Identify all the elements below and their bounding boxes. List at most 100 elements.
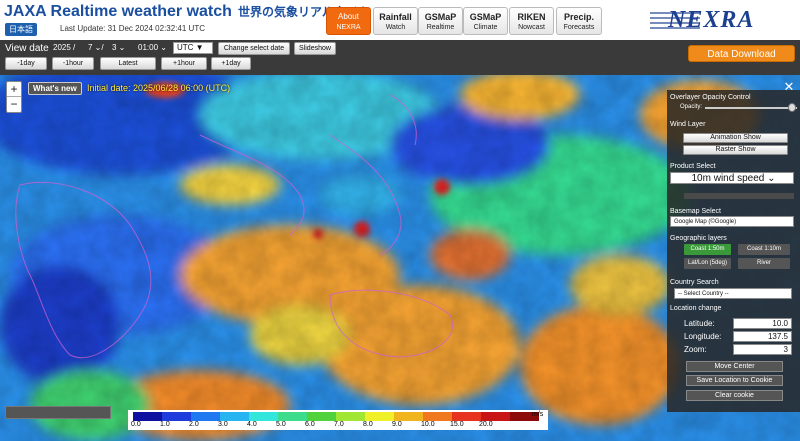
zoom-input[interactable]: 3 bbox=[733, 344, 792, 355]
toolbar: View date 2025 / 7 ⌄/ 3 ⌄ 01:00 ⌄ UTC ▼ … bbox=[0, 40, 800, 75]
year-select[interactable]: 2025 / bbox=[53, 43, 75, 56]
data-download-button[interactable]: Data Download bbox=[688, 45, 795, 62]
tab-gsmap-climate[interactable]: GSMaP Climate bbox=[463, 7, 508, 35]
longitude-label: Longitude: bbox=[684, 332, 722, 341]
legend-tick-label: 7.0 bbox=[334, 421, 344, 428]
legend-swatch bbox=[307, 412, 336, 421]
zoom-control: + − bbox=[6, 81, 22, 113]
legend-tick-label: 8.0 bbox=[363, 421, 373, 428]
legend-tick-label: 15.0 bbox=[450, 421, 464, 428]
opacity-label: Opacity: bbox=[680, 104, 703, 110]
site-title-text: JAXA Realtime weather watch bbox=[4, 3, 232, 20]
minus-1day-button[interactable]: -1day bbox=[5, 57, 47, 70]
animation-show-button[interactable]: Animation Show bbox=[683, 133, 788, 143]
chevron-down-icon: ⌄ bbox=[116, 43, 126, 52]
disabled-range-row bbox=[684, 193, 794, 199]
raster-show-button[interactable]: Raster Show bbox=[683, 145, 788, 155]
legend-tick-label: 1.0 bbox=[160, 421, 170, 428]
legend-swatch bbox=[220, 412, 249, 421]
tab-sublabel: Realtime bbox=[426, 24, 455, 31]
geographic-layers-label: Geographic layers bbox=[670, 235, 727, 242]
zoom-label: Zoom: bbox=[684, 345, 707, 354]
product-select-label: Product Select bbox=[670, 163, 716, 170]
map-overlay-box bbox=[5, 406, 111, 419]
separator-slash: ⌄/ bbox=[92, 43, 104, 52]
latlon-toggle[interactable]: Lat/Lon (5deg) bbox=[684, 258, 731, 269]
zoom-out-button[interactable]: − bbox=[7, 97, 21, 112]
brand-text: NEXRA bbox=[668, 7, 755, 33]
legend-tick-label: 2.0 bbox=[189, 421, 199, 428]
wind-layer-label: Wind Layer bbox=[670, 121, 706, 128]
time-value: 01:00 bbox=[138, 43, 159, 52]
last-update-text: Last Update: 31 Dec 2024 02:32:41 UTC bbox=[60, 24, 205, 33]
legend-tick-label: 9.0 bbox=[392, 421, 402, 428]
coast-50m-toggle[interactable]: Coast 1:50m bbox=[684, 244, 731, 255]
change-date-button[interactable]: Change select date bbox=[218, 42, 290, 55]
tab-label: RIKEN bbox=[517, 12, 546, 22]
legend-unit: m/s bbox=[532, 411, 544, 418]
minus-1hour-button[interactable]: -1hour bbox=[52, 57, 94, 70]
tab-sublabel: NEXRA bbox=[336, 24, 361, 31]
year-value: 2025 bbox=[53, 43, 71, 52]
basemap-select[interactable]: Google Map (©Google) bbox=[670, 216, 794, 227]
month-select[interactable]: 7 ⌄/ bbox=[88, 43, 104, 56]
country-select[interactable]: -- Select Country -- bbox=[674, 288, 792, 299]
tab-sublabel: Climate bbox=[473, 24, 498, 31]
initial-date-text: Initial date: 2025/06/28 06:00 (UTC) bbox=[87, 83, 231, 93]
latitude-label: Latitude: bbox=[684, 319, 715, 328]
tab-label: Rainfall bbox=[379, 12, 412, 22]
plus-1hour-button[interactable]: +1hour bbox=[161, 57, 207, 70]
nexra-logo[interactable]: NEXRA bbox=[650, 6, 795, 36]
close-icon[interactable]: ✕ bbox=[781, 80, 797, 94]
tab-label: About bbox=[338, 12, 359, 21]
country-search-label: Country Search bbox=[670, 279, 719, 286]
river-toggle[interactable]: River bbox=[738, 258, 790, 269]
caret-down-icon: ▼ bbox=[193, 43, 204, 52]
save-location-button[interactable]: Save Location to Cookie bbox=[686, 375, 783, 386]
zoom-in-button[interactable]: + bbox=[7, 82, 21, 97]
opacity-title: Overlayer Opacity Control bbox=[670, 94, 751, 101]
day-select[interactable]: 3 ⌄ bbox=[112, 43, 125, 56]
legend-swatch bbox=[365, 412, 394, 421]
tab-gsmap-realtime[interactable]: GSMaP Realtime bbox=[418, 7, 463, 35]
legend-swatch bbox=[336, 412, 365, 421]
tab-sublabel: Watch bbox=[385, 24, 406, 31]
coast-10m-toggle[interactable]: Coast 1:10m bbox=[738, 244, 790, 255]
slideshow-button[interactable]: Slideshow bbox=[294, 42, 336, 55]
whats-new-button[interactable]: What's new bbox=[28, 82, 82, 95]
product-select[interactable]: 10m wind speed ⌄ bbox=[670, 172, 794, 184]
tab-label: GSMaP bbox=[469, 12, 502, 22]
plus-1day-button[interactable]: +1day bbox=[211, 57, 251, 70]
latitude-input[interactable]: 10.0 bbox=[733, 318, 792, 329]
basemap-select-label: Basemap Select bbox=[670, 208, 721, 215]
legend-swatch bbox=[452, 412, 481, 421]
legend-swatch bbox=[162, 412, 191, 421]
location-change-label: Location change bbox=[670, 305, 722, 312]
move-center-button[interactable]: Move Center bbox=[686, 361, 783, 372]
tab-riken-nowcast[interactable]: RIKEN Nowcast bbox=[509, 7, 554, 35]
header: JAXA Realtime weather watch 世界の気象リアルタイム 日… bbox=[0, 0, 800, 40]
time-select[interactable]: 01:00 ⌄ bbox=[138, 43, 167, 56]
tab-rainfall-watch[interactable]: Rainfall Watch bbox=[373, 7, 418, 35]
timezone-select[interactable]: UTC ▼ bbox=[173, 42, 213, 54]
language-button[interactable]: 日本語 bbox=[5, 23, 37, 36]
site-title[interactable]: JAXA Realtime weather watch 世界の気象リアルタイム bbox=[4, 3, 370, 21]
tab-about-nexra[interactable]: About NEXRA bbox=[326, 7, 371, 35]
basemap-value: Google Map (©Google) bbox=[674, 219, 737, 225]
legend-swatch bbox=[191, 412, 220, 421]
tab-sublabel: Forecasts bbox=[563, 24, 595, 31]
longitude-input[interactable]: 137.5 bbox=[733, 331, 792, 342]
chevron-down-icon: ⌄ bbox=[158, 43, 167, 52]
view-date-label: View date bbox=[5, 43, 49, 54]
clear-cookie-button[interactable]: Clear cookie bbox=[686, 390, 783, 401]
timezone-value: UTC bbox=[177, 43, 194, 52]
chevron-down-icon: ⌄ bbox=[764, 173, 776, 184]
legend-swatch bbox=[423, 412, 452, 421]
country-value: -- Select Country -- bbox=[678, 291, 729, 297]
legend-tick-label: 3.0 bbox=[218, 421, 228, 428]
tab-precip-forecasts[interactable]: Precip. Forecasts bbox=[556, 7, 602, 35]
tab-label: GSMaP bbox=[424, 12, 457, 22]
latest-button[interactable]: Latest bbox=[100, 57, 156, 70]
opacity-slider-track[interactable] bbox=[705, 107, 797, 109]
legend-tick-label: 0.0 bbox=[131, 421, 141, 428]
